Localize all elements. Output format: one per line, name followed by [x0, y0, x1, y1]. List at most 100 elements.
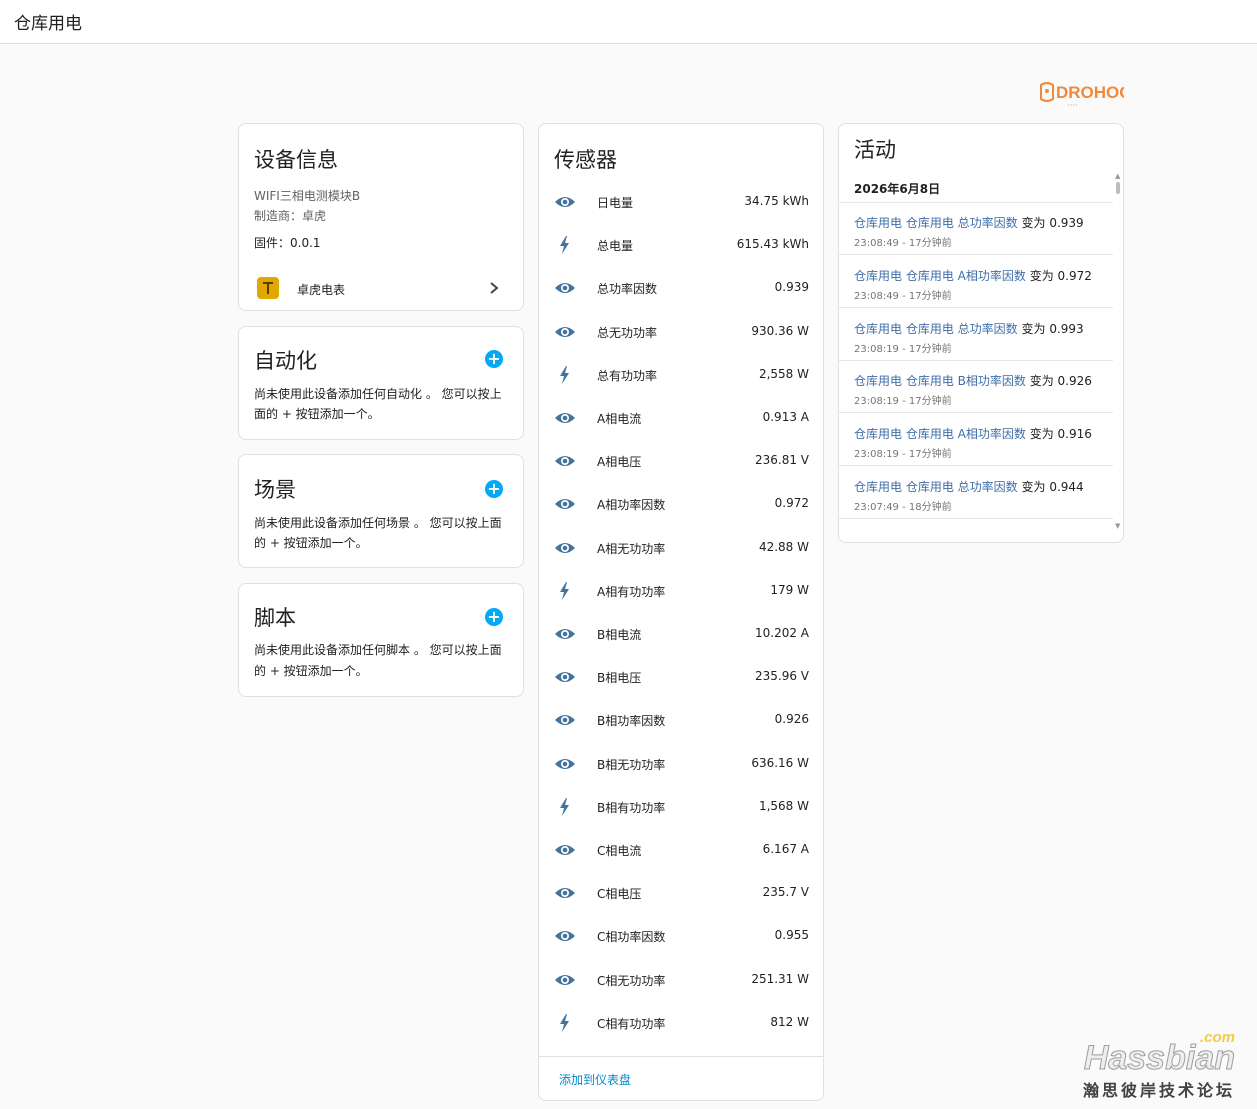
- lightning-icon: [554, 581, 576, 600]
- activity-change: 变为 0.926: [1029, 374, 1092, 389]
- sensor-row[interactable]: A相功率因数 0.972: [539, 483, 823, 526]
- sensor-row[interactable]: C相电流 6.167 A: [539, 829, 823, 872]
- sensor-name: C相电流: [597, 844, 642, 858]
- activity-entity-link[interactable]: 仓库用电 总功率因数: [906, 480, 1018, 494]
- sensor-row[interactable]: 总电量 615.43 kWh: [539, 224, 823, 267]
- eye-icon: [554, 841, 576, 859]
- sensor-value: 10.202 A: [754, 626, 809, 640]
- add-to-dashboard-button[interactable]: 添加到仪表盘: [559, 1071, 631, 1088]
- sensor-name: C相无功功率: [597, 973, 666, 988]
- eye-icon: [554, 625, 576, 643]
- forum-watermark: Hassbian .com 瀚思彼岸技术论坛: [1083, 1029, 1236, 1101]
- script-title: 脚本: [254, 606, 296, 630]
- eye-icon: [554, 193, 576, 211]
- sensor-name: C相功率因数: [597, 930, 666, 945]
- automation-card: 自动化 + 尚未使用此设备添加任何自动化 。 您可以按上面的 + 按钮添加一个。: [238, 326, 524, 440]
- automation-title: 自动化: [254, 349, 317, 373]
- sensor-name: C相电压: [597, 887, 642, 902]
- sensor-name: 总无功功率: [597, 325, 658, 340]
- sensor-row[interactable]: C相功率因数 0.955: [539, 915, 823, 958]
- activity-time: 23:08:19 - 17分钟前: [854, 343, 952, 355]
- sensor-row[interactable]: B相有功功率 1,568 W: [539, 786, 823, 829]
- sensor-value: 236.81 V: [754, 453, 809, 468]
- sensor-name: B相电压: [597, 671, 642, 686]
- activity-time: 23:08:49 - 17分钟前: [854, 290, 952, 302]
- sensor-name: A相电压: [597, 455, 642, 470]
- add-script-button[interactable]: +: [485, 608, 503, 626]
- sensor-value: 0.955: [774, 928, 809, 943]
- script-card: 脚本 + 尚未使用此设备添加任何脚本 。 您可以按上面的 + 按钮添加一个。: [238, 583, 524, 697]
- sensor-value: 251.31 W: [751, 971, 809, 986]
- sensor-value: 179 W: [770, 582, 809, 597]
- sensor-value: 930.36 W: [751, 323, 809, 338]
- integration-name: 卓虎电表: [297, 283, 346, 297]
- sensor-row[interactable]: 总功率因数 0.939: [539, 267, 823, 310]
- sensor-name: A相无功功率: [597, 541, 666, 556]
- device-firmware: 固件：0.0.1: [254, 236, 321, 250]
- eye-icon: [554, 323, 576, 341]
- lightning-icon: [554, 1013, 576, 1032]
- sensor-name: 总功率因数: [597, 282, 658, 297]
- sensors-title: 传感器: [554, 148, 617, 172]
- activity-scrollbar[interactable]: ▲ ▼: [1115, 172, 1121, 532]
- page-title: 仓库用电: [14, 14, 82, 34]
- sensor-row[interactable]: A相电流 0.913 A: [539, 397, 823, 440]
- activity-entity-link[interactable]: 仓库用电 B相功率因数: [906, 374, 1026, 388]
- sensor-value: 235.96 V: [754, 669, 809, 684]
- activity-item: 仓库用电 仓库用电 总功率因数 变为 0.939 23:08:49 - 17分钟前: [839, 203, 1113, 255]
- activity-list: 仓库用电 仓库用电 总功率因数 变为 0.939 23:08:49 - 17分钟前…: [839, 203, 1113, 523]
- sensor-name: A相电流: [597, 412, 642, 426]
- sensor-row[interactable]: C相有功功率 812 W: [539, 1002, 823, 1045]
- activity-area-link[interactable]: 仓库用电: [854, 374, 902, 388]
- integration-row[interactable]: 卓虎电表: [239, 272, 523, 306]
- sensor-value: 0.972: [774, 496, 809, 511]
- activity-item: 仓库用电 仓库用电 A相功率因数 变为 0.972 23:08:49 - 17分钟…: [839, 256, 1113, 308]
- activity-time: 23:07:49 - 18分钟前: [854, 502, 952, 513]
- activity-area-link[interactable]: 仓库用电: [854, 322, 902, 336]
- activity-area-link[interactable]: 仓库用电: [854, 269, 902, 283]
- activity-area-link[interactable]: 仓库用电: [854, 427, 902, 441]
- eye-icon: [554, 452, 576, 470]
- sensor-row[interactable]: B相电压 235.96 V: [539, 656, 823, 699]
- sensor-value: 0.913 A: [762, 410, 809, 424]
- eye-icon: [554, 409, 576, 427]
- activity-time: 23:08:49 - 17分钟前: [854, 238, 952, 249]
- eye-icon: [554, 539, 576, 557]
- sensor-row[interactable]: 日电量 34.75 kWh: [539, 181, 823, 224]
- sensor-name: A相功率因数: [597, 498, 666, 513]
- eye-icon: [554, 927, 576, 945]
- sensor-row[interactable]: C相无功功率 251.31 W: [539, 959, 823, 1002]
- sensor-name: 日电量: [597, 196, 634, 210]
- sensor-row[interactable]: C相电压 235.7 V: [539, 872, 823, 915]
- eye-icon: [554, 279, 576, 297]
- activity-entity-link[interactable]: 仓库用电 A相功率因数: [906, 269, 1026, 283]
- activity-area-link[interactable]: 仓库用电: [854, 216, 902, 230]
- script-empty-text: 尚未使用此设备添加任何脚本 。 您可以按上面的 + 按钮添加一个。: [254, 643, 502, 678]
- sensor-value: 2,558 W: [758, 366, 809, 381]
- activity-entity-link[interactable]: 仓库用电 总功率因数: [906, 216, 1018, 230]
- add-automation-button[interactable]: +: [485, 350, 503, 368]
- activity-entity-link[interactable]: 仓库用电 总功率因数: [906, 322, 1018, 336]
- chevron-right-icon: [487, 280, 501, 300]
- sensor-row[interactable]: B相电流 10.202 A: [539, 613, 823, 656]
- sensor-row[interactable]: B相功率因数 0.926: [539, 699, 823, 742]
- add-scene-button[interactable]: +: [485, 480, 503, 498]
- activity-date: 2026年6月8日: [854, 182, 941, 196]
- sensor-row[interactable]: B相无功功率 636.16 W: [539, 743, 823, 786]
- eye-icon: [554, 755, 576, 773]
- activity-change: 变为 0.993: [1021, 321, 1084, 336]
- device-info-card: 设备信息 WIFI三相电测模块B 制造商：卓虎 固件：0.0.1 卓虎电表: [238, 123, 524, 311]
- sensor-value: 235.7 V: [762, 885, 809, 900]
- sensor-row[interactable]: 总有功功率 2,558 W: [539, 354, 823, 397]
- sensor-row[interactable]: A相有功功率 179 W: [539, 570, 823, 613]
- device-model: WIFI三相电测模块B: [254, 189, 361, 203]
- activity-area-link[interactable]: 仓库用电: [854, 480, 902, 494]
- activity-entity-link[interactable]: 仓库用电 A相功率因数: [906, 427, 1026, 441]
- integration-logo-icon: [257, 277, 279, 299]
- sensor-row[interactable]: 总无功功率 930.36 W: [539, 311, 823, 354]
- eye-icon: [554, 971, 576, 989]
- sensor-name: C相有功功率: [597, 1016, 666, 1031]
- sensor-row[interactable]: A相电压 236.81 V: [539, 440, 823, 483]
- sensor-row[interactable]: A相无功功率 42.88 W: [539, 527, 823, 570]
- sensors-card: 传感器 日电量 34.75 kWh 总电量 615.43 kWh 总功率因数 0.939 总…: [538, 123, 824, 1101]
